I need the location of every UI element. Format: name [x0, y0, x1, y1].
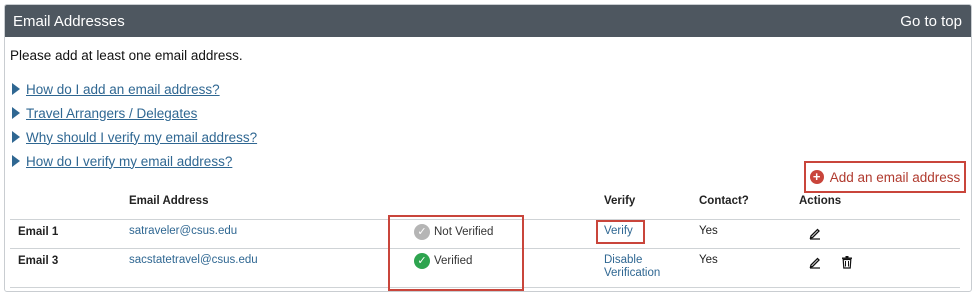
add-email-button[interactable]: + Add an email address — [804, 161, 966, 193]
faq-item[interactable]: How do I add an email address? — [12, 77, 257, 101]
disable-verification-link[interactable]: Disable Verification — [604, 254, 660, 280]
intro-text: Please add at least one email address. — [10, 48, 243, 63]
email-value: satraveler@csus.edu — [129, 225, 238, 237]
status-highlight-box — [388, 215, 524, 291]
row-label: Email 3 — [18, 255, 59, 267]
disable-verification-line: Verification — [604, 267, 661, 279]
faq-list: How do I add an email address? Travel Ar… — [12, 77, 257, 173]
expand-triangle-icon[interactable] — [12, 155, 20, 167]
faq-item[interactable]: Travel Arrangers / Delegates — [12, 101, 257, 125]
faq-link-travel-arrangers[interactable]: Travel Arrangers / Delegates — [26, 106, 197, 121]
plus-circle-icon: + — [809, 170, 824, 184]
trash-icon[interactable] — [840, 255, 854, 269]
go-to-top-link[interactable]: Go to top — [900, 13, 962, 30]
panel-header: Email Addresses Go to top — [5, 5, 971, 37]
edit-icon[interactable] — [808, 255, 822, 269]
col-header-verify: Verify — [604, 195, 636, 207]
contact-value: Yes — [699, 225, 718, 237]
col-header-contact: Contact? — [699, 195, 749, 207]
email-value: sacstatetravel@csus.edu — [129, 254, 258, 266]
edit-icon[interactable] — [808, 226, 822, 240]
expand-triangle-icon[interactable] — [12, 83, 20, 95]
col-header-actions: Actions — [799, 195, 842, 207]
panel-title: Email Addresses — [13, 12, 125, 30]
col-header-email: Email Address — [129, 195, 209, 207]
expand-triangle-icon[interactable] — [12, 131, 20, 143]
verify-highlight-box — [596, 220, 645, 244]
contact-value: Yes — [699, 254, 718, 266]
row-label: Email 1 — [18, 226, 59, 238]
faq-link-how-verify[interactable]: How do I verify my email address? — [26, 154, 232, 169]
disable-verification-line: Disable — [604, 254, 643, 266]
faq-link-add-email[interactable]: How do I add an email address? — [26, 82, 220, 97]
add-email-label: Add an email address — [829, 169, 961, 185]
faq-item[interactable]: Why should I verify my email address? — [12, 125, 257, 149]
expand-triangle-icon[interactable] — [12, 107, 20, 119]
faq-link-why-verify[interactable]: Why should I verify my email address? — [26, 130, 257, 145]
faq-item[interactable]: How do I verify my email address? — [12, 149, 257, 173]
